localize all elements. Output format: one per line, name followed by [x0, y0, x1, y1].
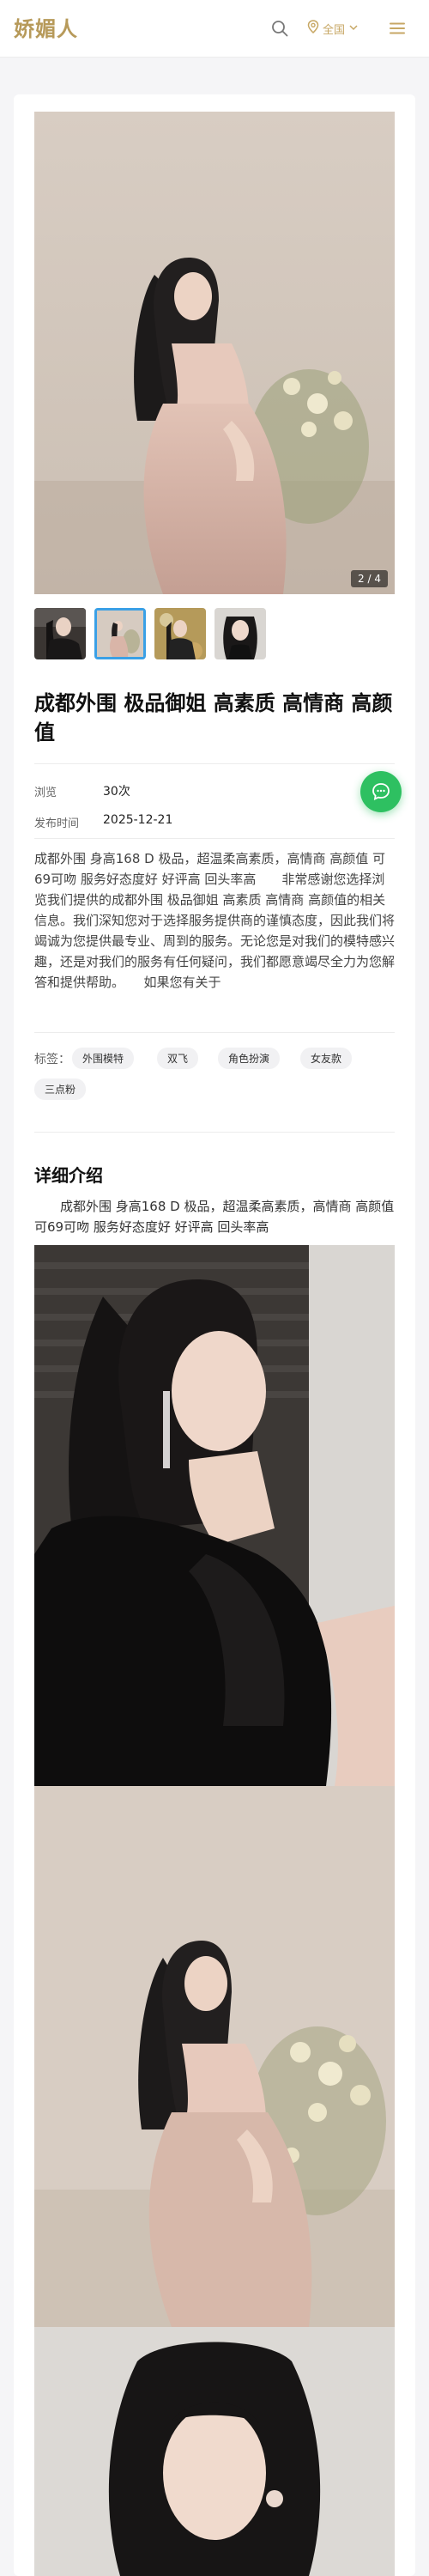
- location-pin-icon: [307, 20, 319, 37]
- thumbnail-strip: [34, 608, 266, 659]
- main-photo[interactable]: 2 / 4: [34, 112, 395, 594]
- detail-photo: [34, 1786, 395, 2327]
- site-logo[interactable]: 娇媚人: [14, 12, 78, 42]
- tag-item[interactable]: 女友款: [300, 1048, 353, 1069]
- divider: [34, 1132, 395, 1133]
- thumbnail-2[interactable]: [94, 608, 146, 659]
- tags-label: 标签：: [34, 1053, 70, 1066]
- tag-item[interactable]: 三点粉: [34, 1078, 87, 1100]
- divider: [34, 1032, 395, 1033]
- post-title: 成都外围 极品御姐 高素质 高情商 高颜值: [34, 691, 393, 744]
- tag-item[interactable]: 角色扮演: [218, 1048, 281, 1069]
- photo-counter: 2 / 4: [351, 570, 388, 587]
- city-selector[interactable]: 全国: [307, 18, 359, 39]
- thumbnail-4[interactable]: [214, 608, 266, 659]
- tag-item[interactable]: 双飞: [157, 1048, 199, 1069]
- thumbnail-3[interactable]: [154, 608, 206, 659]
- views-value: 30次: [103, 785, 130, 799]
- detail-photo: [34, 1245, 395, 1786]
- section-title: 详细介绍: [34, 1165, 103, 1186]
- detail-text: 成都外围 身高168 D 极品，超温柔高素质，高情商 高颜值 可69可吻 服务好…: [34, 1199, 395, 1235]
- detail-photo: [34, 2327, 395, 2576]
- publish-date-value: 2025-12-21: [103, 813, 173, 827]
- chat-bubble-icon: [372, 783, 390, 801]
- views-label: 浏览: [34, 787, 57, 799]
- publish-date-label: 发布时间: [34, 817, 80, 830]
- thumbnail-1[interactable]: [34, 608, 86, 659]
- post-description: 成都外围 身高168 D 极品，超温柔高素质，高情商 高颜值 可69可吻 服务好…: [34, 851, 396, 990]
- chevron-down-icon: [348, 22, 359, 35]
- chat-button[interactable]: [360, 771, 402, 812]
- divider: [34, 838, 395, 839]
- post-card: 2 / 4 成都外围 极品御姐 高素质 高情商 高颜值 浏览 30次 发布时间 …: [14, 94, 415, 2576]
- search-icon[interactable]: [270, 19, 289, 38]
- site-header: 娇媚人 全国: [0, 0, 429, 58]
- divider: [34, 763, 395, 764]
- menu-icon[interactable]: [388, 19, 407, 38]
- city-label: 全国: [323, 23, 346, 37]
- tag-item[interactable]: 外围模特: [72, 1048, 135, 1069]
